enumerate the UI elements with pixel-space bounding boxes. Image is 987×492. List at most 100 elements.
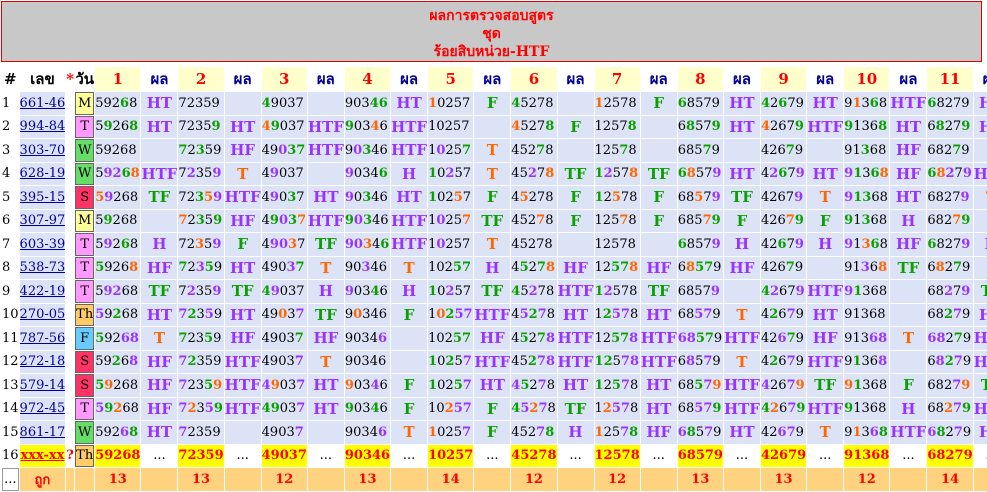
row-result: HT <box>141 421 178 444</box>
header-col-1: 1 <box>95 67 141 91</box>
row-number-value: 72359 <box>178 233 224 256</box>
header-star: * <box>66 67 75 91</box>
table-row: 1 661-46 M 59268 HT 72359 49037 90346 HT 10257 F 45… <box>2 92 987 115</box>
row-number-value: 90346 <box>344 350 391 373</box>
row-code-text[interactable]: 661-46 <box>20 96 66 111</box>
row-number-value: 10257 <box>428 327 474 350</box>
row-number-value: 45278 <box>511 374 557 397</box>
prediction-number: 42679 <box>760 444 807 467</box>
header-res-9: ผล <box>807 67 844 91</box>
row-number-value: 72359 <box>178 209 224 232</box>
row-result: F <box>640 209 677 232</box>
row-number-value: 68579 <box>677 139 723 162</box>
row-code-text[interactable]: 994-84 <box>20 119 66 134</box>
row-code-text[interactable]: 303-70 <box>20 143 66 158</box>
row-code-text[interactable]: 787-56 <box>20 331 66 346</box>
row-code-link[interactable]: 579-14 <box>19 374 66 397</box>
row-result <box>474 115 511 138</box>
row-code-link[interactable]: 303-70 <box>19 139 66 162</box>
prediction-number: 91368 <box>844 444 890 467</box>
row-number-value: 68579 <box>677 303 723 326</box>
header-col-3: 3 <box>261 67 307 91</box>
row-code-link[interactable]: 272-18 <box>19 350 66 373</box>
row-code-link[interactable]: 628-19 <box>19 162 66 185</box>
row-number-value: 10257 <box>428 92 474 115</box>
row-code-link[interactable]: 422-19 <box>19 280 66 303</box>
row-result: HTF <box>557 280 594 303</box>
row-result <box>723 139 760 162</box>
row-code-text[interactable]: 272-18 <box>20 354 66 369</box>
prediction-code-link[interactable]: xxx-xx <box>19 444 66 467</box>
row-day-badge: T <box>75 115 95 138</box>
row-result <box>807 256 844 279</box>
row-code-text[interactable]: 628-19 <box>20 166 66 181</box>
row-result <box>640 139 677 162</box>
row-number-value: 59268 <box>95 162 141 185</box>
row-result: HT <box>807 303 844 326</box>
row-code-link[interactable]: 994-84 <box>19 115 66 138</box>
row-result: TF <box>557 397 594 420</box>
formula-title-box: ผลการตรวจสอบสูตร ชุด ร้อยสิบหน่วย-HTF <box>1 1 982 62</box>
row-result: HF <box>224 139 261 162</box>
row-result: TF <box>973 280 987 303</box>
row-number-value: 12578 <box>594 115 640 138</box>
footer-empty <box>640 468 677 491</box>
row-code-link[interactable]: 972-45 <box>19 397 66 420</box>
row-code-link[interactable]: 787-56 <box>19 327 66 350</box>
row-code-link[interactable]: 861-17 <box>19 421 66 444</box>
row-code-link[interactable]: 538-73 <box>19 256 66 279</box>
row-number-value: 72359 <box>178 256 224 279</box>
row-result: HF <box>640 421 677 444</box>
row-number-value: 49037 <box>261 350 307 373</box>
row-result: HT <box>807 92 844 115</box>
row-number-value: 42679 <box>760 162 807 185</box>
row-number-value: 68279 <box>927 374 973 397</box>
row-code-link[interactable]: 270-05 <box>19 303 66 326</box>
prediction-number: 45278 <box>511 444 557 467</box>
row-number-value: 12578 <box>594 186 640 209</box>
row-number-value: 68279 <box>927 92 973 115</box>
prediction-code-text[interactable]: xxx-xx <box>20 448 64 463</box>
prediction-number: 10257 <box>428 444 474 467</box>
row-code-text[interactable]: 861-17 <box>20 425 66 440</box>
row-code-text[interactable]: 579-14 <box>20 378 66 393</box>
row-number: 6 <box>2 209 19 232</box>
row-code-text[interactable]: 270-05 <box>20 307 66 322</box>
header-col-2: 2 <box>178 67 224 91</box>
row-code-text[interactable]: 603-39 <box>20 237 66 252</box>
row-number-value: 68279 <box>927 256 973 279</box>
row-result: TF <box>307 303 344 326</box>
row-code-link[interactable]: 307-97 <box>19 209 66 232</box>
row-number-value: 42679 <box>760 421 807 444</box>
row-code-link[interactable]: 603-39 <box>19 233 66 256</box>
correct-count: 13 <box>677 468 723 491</box>
row-code-text[interactable]: 972-45 <box>20 401 66 416</box>
row-code-link[interactable]: 395-15 <box>19 186 66 209</box>
table-row: 10 270-05 Th 59268 HT 72359 HT 49037 TF 90346 F 102… <box>2 303 987 326</box>
row-result: T <box>474 233 511 256</box>
row-code-text[interactable]: 422-19 <box>20 284 66 299</box>
row-number-value: 49037 <box>261 374 307 397</box>
row-number-value: 10257 <box>428 374 474 397</box>
row-result: HT <box>224 303 261 326</box>
row-code-text[interactable]: 538-73 <box>20 260 66 275</box>
row-day-badge: M <box>75 92 95 115</box>
row-code-text[interactable]: 395-15 <box>20 190 66 205</box>
row-result <box>141 209 178 232</box>
row-result: HTF <box>807 280 844 303</box>
row-result: TF <box>640 280 677 303</box>
header-hash: # <box>2 67 19 91</box>
row-result: F <box>474 92 511 115</box>
correct-count: 12 <box>594 468 640 491</box>
row-star <box>66 162 75 185</box>
title-line-3: ร้อยสิบหน่วย-HTF <box>433 44 550 60</box>
row-code-link[interactable]: 661-46 <box>19 92 66 115</box>
row-result: TF <box>141 280 178 303</box>
row-number-value: 59268 <box>95 280 141 303</box>
footer-dot-button[interactable]: ... <box>2 468 19 491</box>
row-number-value: 49037 <box>261 397 307 420</box>
row-result: H <box>973 233 987 256</box>
row-code-text[interactable]: 307-97 <box>20 213 66 228</box>
row-number-value: 68579 <box>677 397 723 420</box>
row-number-value: 90346 <box>344 256 391 279</box>
